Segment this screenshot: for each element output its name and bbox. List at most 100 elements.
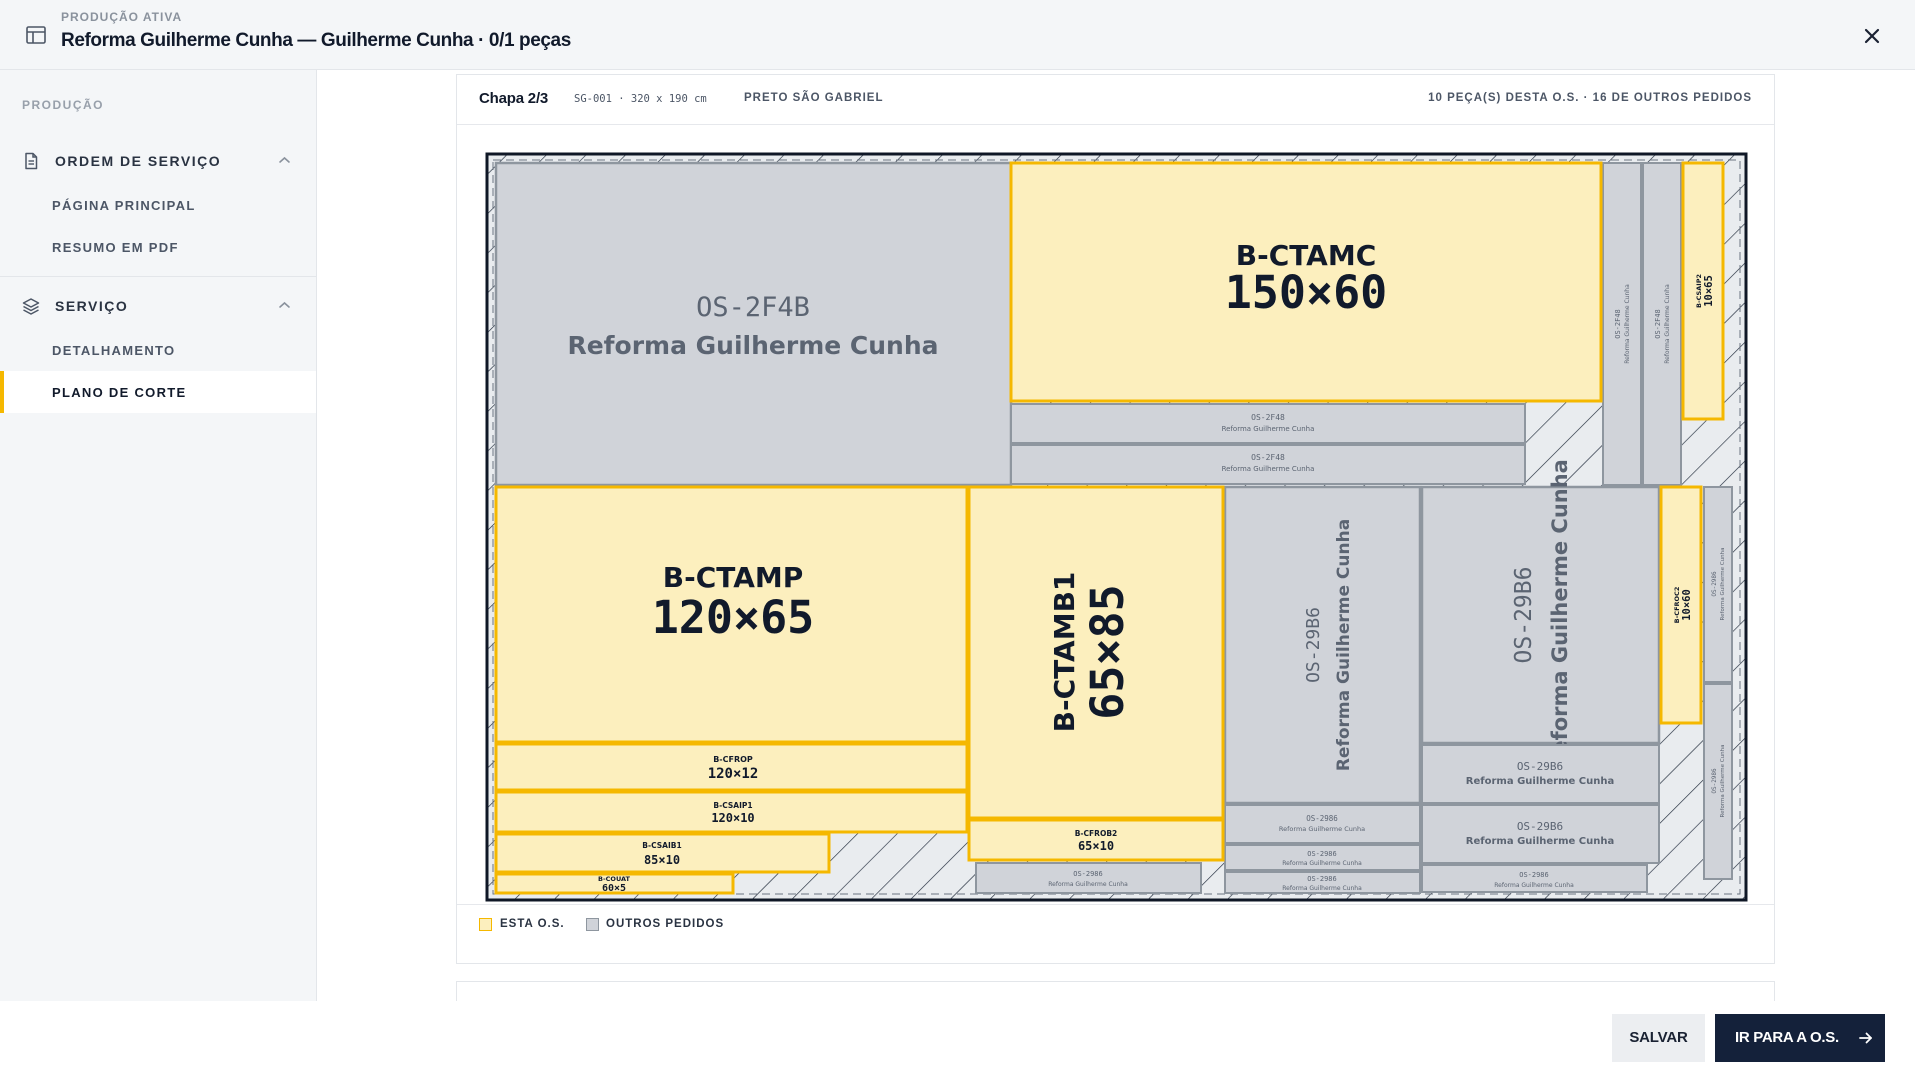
sidebar-group-label: ORDEM DE SERVIÇO [55,153,222,169]
other-piece-code: OS-29B6 [1511,567,1537,664]
other-piece-client: Reforma Guilherme Cunha [1466,836,1614,847]
other-piece-client: Reforma Guilherme Cunha [1222,425,1315,433]
header: PRODUÇÃO ATIVA Reforma Guilherme Cunha —… [0,0,1915,70]
other-piece-os-2986-vertical-2: OS-2986 Reforma Guilherme Cunha [1703,683,1733,880]
other-piece-code: OS-2F48 [1654,309,1662,339]
other-piece-code: OS-2986 [1307,875,1337,883]
other-piece-client: Reforma Guilherme Cunha [1664,284,1671,364]
other-piece-os-2f48-vertical-2: OS-2F48 Reforma Guilherme Cunha [1642,162,1682,486]
layout-icon [26,26,46,44]
piece-dims: 120×12 [708,766,759,782]
other-piece-code: OS-2986 [1306,814,1338,823]
sheet-panel: Chapa 2/3 SG-001 · 320 x 190 cm PRETO SÃ… [456,74,1775,964]
other-piece-os-2f48-vertical-1: OS-2F48 Reforma Guilherme Cunha [1602,162,1642,486]
piece-dims: 65×10 [1078,839,1114,853]
sidebar-item-resumo-em-pdf[interactable]: RESUMO EM PDF [0,226,316,268]
legend-swatch-other-orders [586,918,599,931]
piece-code: B-CFROP [713,755,753,764]
piece-b-couat[interactable]: B-COUAT 60×5 [494,872,735,895]
other-piece-client: Reforma Guilherme Cunha [1720,745,1726,818]
other-piece-client: Reforma Guilherme Cunha [1548,459,1572,771]
other-piece-code: OS-29B6 [1303,607,1324,683]
piece-dims: 10×65 [1703,275,1715,307]
go-to-os-button[interactable]: IR PARA A O.S. [1715,1014,1885,1062]
legend: ESTA O.S. OUTROS PEDIDOS [457,905,1774,945]
save-button[interactable]: SALVAR [1612,1014,1705,1062]
document-icon [25,152,38,170]
other-piece-os-29b6-strip-2: OS-29B6 Reforma Guilherme Cunha [1421,804,1660,864]
other-piece-code: OS-2986 [1519,871,1549,879]
footer: SALVAR IR PARA A O.S. [0,1001,1915,1079]
sidebar-group-servico[interactable]: SERVIÇO [0,288,316,324]
piece-code: B-CFROB2 [1075,829,1118,838]
piece-b-cfrop[interactable]: B-CFROP 120×12 [494,742,969,792]
chevron-up-icon [279,156,290,163]
piece-dims: 65×85 [1081,584,1134,719]
other-piece-os-2986-strip-2: OS-2986 Reforma Guilherme Cunha [1224,844,1421,871]
piece-code: B-CSAIP2 [1695,274,1703,308]
sidebar-item-pagina-principal[interactable]: PÁGINA PRINCIPAL [0,184,316,226]
piece-b-cfrob2[interactable]: B-CFROB2 65×10 [967,818,1225,862]
piece-dims: 60×5 [602,883,626,894]
piece-dims: 150×60 [1225,266,1388,319]
close-icon[interactable] [1858,22,1886,50]
piece-code: B-CFROC2 [1673,587,1681,624]
cut-plan-svg: OS-2F4B Reforma Guilherme Cunha OS-2F48 … [485,152,1748,902]
piece-code: B-COUAT [598,875,631,883]
piece-dims: 120×10 [711,811,754,825]
sidebar-group-label: SERVIÇO [55,298,129,314]
piece-b-csaip2[interactable]: B-CSAIP2 10×65 [1681,161,1725,421]
next-sheet-panel [456,981,1775,1001]
piece-b-ctamc[interactable]: B-CTAMC 150×60 [1009,161,1603,403]
piece-b-ctamb1[interactable]: B-CTAMB1 65×85 [967,485,1225,820]
legend-label-other-orders: OUTROS PEDIDOS [606,918,725,930]
other-piece-os-2f4b-large: OS-2F4B Reforma Guilherme Cunha [494,161,1013,487]
other-piece-os-2986-strip-1: OS-2986 Reforma Guilherme Cunha [1224,804,1421,844]
piece-b-csaip1[interactable]: B-CSAIP1 120×10 [494,790,969,834]
sidebar-item-label: PLANO DE CORTE [52,385,187,400]
piece-code: B-CTAMP [663,561,804,594]
other-piece-os-2986-vertical-1: OS-2986 Reforma Guilherme Cunha [1703,486,1733,683]
other-piece-code: OS-2F48 [1251,453,1285,462]
piece-dims: 10×60 [1681,589,1693,621]
other-piece-client: Reforma Guilherme Cunha [1279,825,1365,833]
other-piece-client: Reforma Guilherme Cunha [1720,548,1726,621]
main-content[interactable]: Chapa 2/3 SG-001 · 320 x 190 cm PRETO SÃ… [318,70,1915,1001]
other-piece-os-2986-strip-5: OS-2986 Reforma Guilherme Cunha [975,862,1202,894]
cut-plan-area: OS-2F4B Reforma Guilherme Cunha OS-2F48 … [457,125,1774,905]
sidebar-item-label: DETALHAMENTO [52,343,176,358]
other-piece-client: Reforma Guilherme Cunha [1048,881,1128,888]
sidebar-section-title: PRODUÇÃO [22,98,105,112]
sidebar-divider [0,276,316,277]
sheet-material: PRETO SÃO GABRIEL [744,92,884,104]
piece-b-ctamp[interactable]: B-CTAMP 120×65 [494,485,969,744]
other-piece-client: Reforma Guilherme Cunha [567,331,938,360]
other-piece-code: OS-2986 [1307,850,1337,858]
other-piece-code: OS-29B6 [1517,820,1563,833]
piece-dims: 85×10 [644,853,680,867]
other-piece-client: Reforma Guilherme Cunha [1222,465,1315,473]
chevron-up-icon [279,301,290,308]
legend-swatch-this-os [479,918,492,931]
sidebar-group-ordem-de-servico[interactable]: ORDEM DE SERVIÇO [0,143,316,179]
sheet-panel-header: Chapa 2/3 SG-001 · 320 x 190 cm PRETO SÃ… [457,75,1774,125]
legend-label-this-os: ESTA O.S. [500,918,565,930]
arrow-right-icon [1859,1032,1872,1044]
other-piece-os-29b6-vertical-2: OS-29B6 Reforma Guilherme Cunha [1420,459,1661,771]
layers-icon [22,298,40,315]
piece-code: B-CTAMB1 [1048,572,1081,733]
other-piece-code: OS-2986 [1073,870,1103,878]
other-piece-os-2f48-strip-1: OS-2F48 Reforma Guilherme Cunha [1010,403,1526,444]
other-piece-os-29b6-strip-1: OS-29B6 Reforma Guilherme Cunha [1421,744,1660,804]
other-piece-code: OS-2F48 [1251,413,1285,422]
other-piece-client: Reforma Guilherme Cunha [1624,284,1631,364]
other-piece-os-29b6-vertical-1: OS-29B6 Reforma Guilherme Cunha [1223,485,1422,805]
other-piece-code: OS-29B6 [1517,760,1563,773]
other-piece-os-2986-strip-4: OS-2986 Reforma Guilherme Cunha [1421,864,1648,893]
other-piece-client: Reforma Guilherme Cunha [1282,860,1362,867]
sidebar-item-plano-de-corte[interactable]: PLANO DE CORTE [0,371,316,413]
piece-b-csaib1[interactable]: B-CSAIB1 85×10 [494,832,831,874]
piece-b-cfroc2[interactable]: B-CFROC2 10×60 [1659,485,1703,725]
sidebar-item-detalhamento[interactable]: DETALHAMENTO [0,329,316,371]
other-piece-code: OS-2986 [1711,768,1718,794]
